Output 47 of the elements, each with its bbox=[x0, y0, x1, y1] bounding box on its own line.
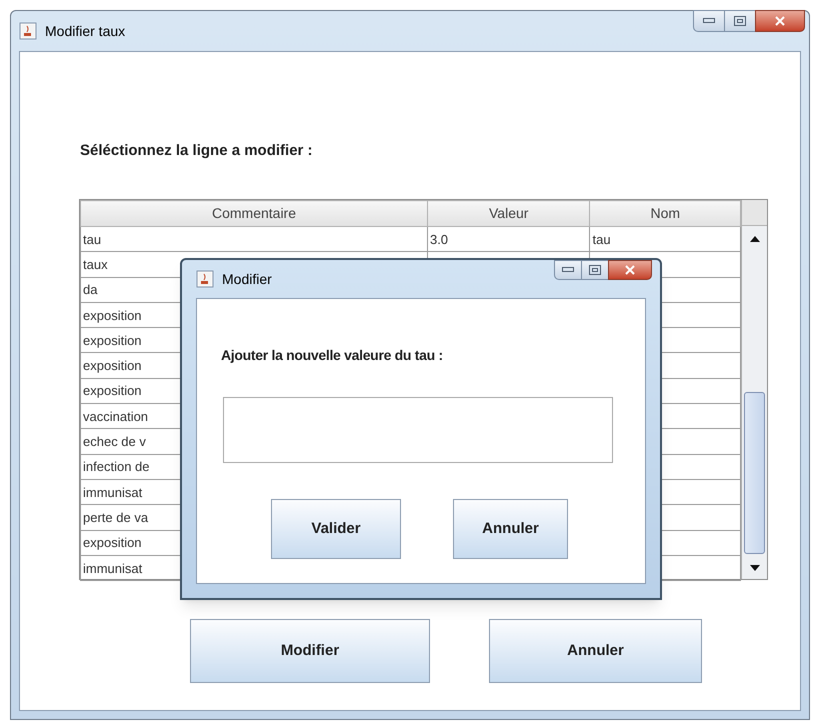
close-icon bbox=[625, 265, 635, 275]
maximize-button[interactable] bbox=[582, 260, 608, 280]
table-cell: da bbox=[83, 282, 98, 298]
table-cell: taux bbox=[83, 256, 108, 272]
close-button[interactable] bbox=[755, 10, 805, 32]
table-cell: echec de v bbox=[83, 434, 146, 450]
action-button[interactable]: Annuler bbox=[489, 619, 702, 683]
column-header[interactable]: Commentaire bbox=[80, 200, 428, 226]
instruction-label: Séléctionnez la ligne a modifier : bbox=[80, 141, 313, 161]
scroll-down-icon[interactable] bbox=[750, 565, 760, 571]
table-cell: exposition bbox=[83, 535, 142, 550]
minimize-icon bbox=[562, 267, 574, 273]
maximize-icon bbox=[589, 265, 601, 275]
java-cup-icon bbox=[196, 270, 214, 288]
scrollbar[interactable] bbox=[741, 200, 767, 579]
maximize-icon bbox=[734, 16, 746, 26]
action-button[interactable]: Modifier bbox=[190, 619, 430, 683]
table-cell: immunisat bbox=[83, 560, 142, 576]
table-cell: 3.0 bbox=[430, 232, 448, 247]
column-header[interactable]: Nom bbox=[590, 200, 741, 226]
action-button[interactable]: Valider bbox=[271, 499, 401, 559]
table-cell: infection de bbox=[83, 459, 150, 474]
minimize-button[interactable] bbox=[554, 260, 582, 280]
dialog-title: Modifier bbox=[222, 270, 272, 288]
close-button[interactable] bbox=[608, 260, 652, 280]
table-cell: tau bbox=[592, 232, 611, 247]
action-button[interactable]: Annuler bbox=[453, 499, 568, 559]
table-cell: immunisat bbox=[83, 484, 142, 500]
header-corner bbox=[742, 200, 767, 226]
prompt-label: Ajouter la nouvelle valeure du tau : bbox=[221, 346, 443, 365]
table-cell: tau bbox=[83, 232, 102, 247]
maximize-button[interactable] bbox=[725, 10, 755, 32]
scroll-thumb[interactable] bbox=[744, 392, 766, 554]
close-icon bbox=[775, 16, 785, 26]
table-cell: exposition bbox=[83, 308, 142, 323]
table-cell: exposition bbox=[83, 332, 142, 348]
column-header[interactable]: Valeur bbox=[427, 200, 590, 226]
java-cup-icon bbox=[19, 22, 37, 40]
value-input-field[interactable] bbox=[223, 397, 613, 463]
table-cell: exposition bbox=[83, 358, 142, 374]
scroll-up-icon[interactable] bbox=[750, 236, 760, 242]
minimize-icon bbox=[703, 18, 715, 24]
minimize-button[interactable] bbox=[693, 10, 725, 32]
table-cell: perte de va bbox=[83, 510, 148, 525]
window-title: Modifier taux bbox=[45, 22, 126, 40]
table-cell: exposition bbox=[83, 383, 142, 398]
table-cell: vaccination bbox=[83, 408, 148, 424]
